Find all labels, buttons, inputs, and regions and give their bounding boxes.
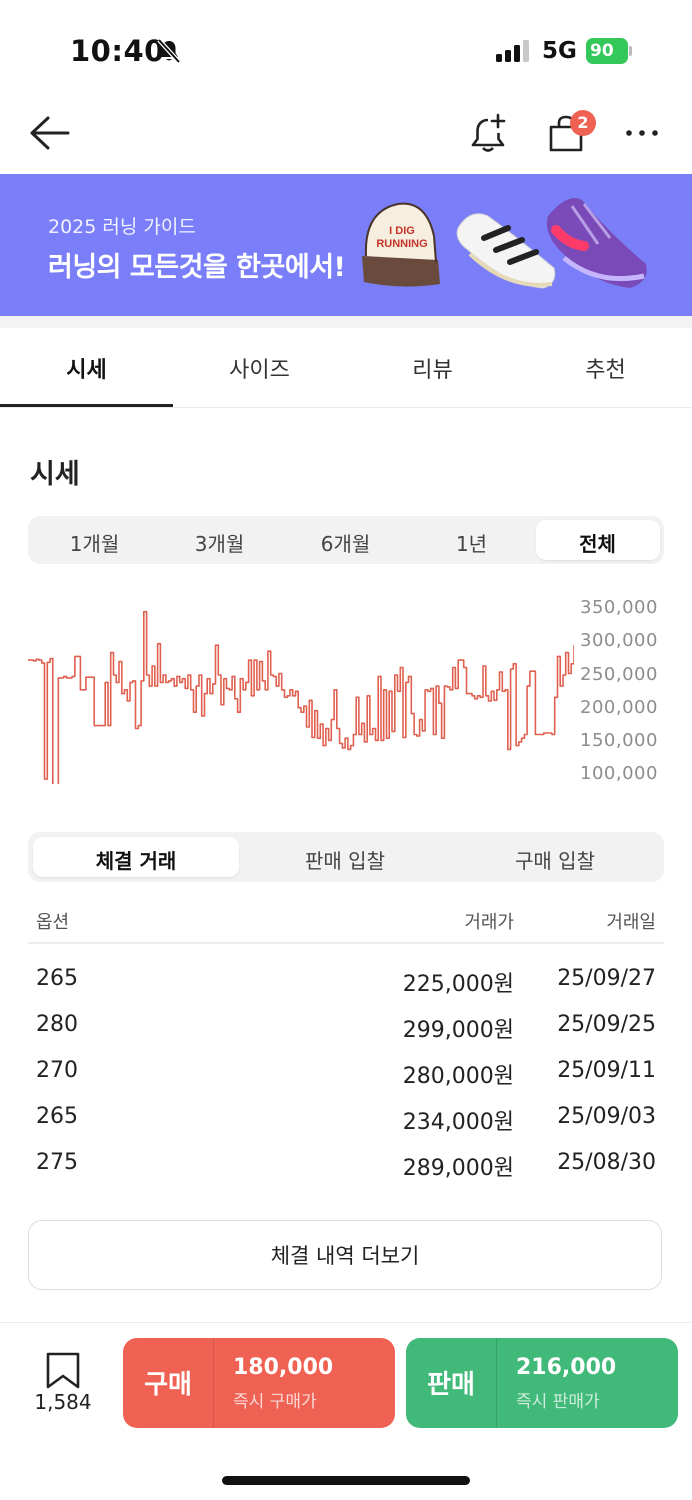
buy-button[interactable]: 구매 180,000 즉시 구매가	[123, 1338, 395, 1428]
buy-price: 180,000	[233, 1355, 334, 1380]
battery-icon: 90	[586, 38, 632, 64]
battery-level: 90	[586, 38, 628, 64]
table-row: 275 289,000원 25/08/30	[0, 1150, 692, 1196]
row-option: 265	[36, 1104, 78, 1129]
price-series-line	[28, 610, 574, 784]
table-row: 280 299,000원 25/09/25	[0, 1012, 692, 1058]
table-row: 265 234,000원 25/09/03	[0, 1104, 692, 1150]
buy-subtext: 즉시 구매가	[233, 1392, 317, 1412]
section-title: 시세	[30, 459, 80, 490]
column-header-option: 옵션	[36, 912, 70, 933]
sell-label: 판매	[427, 1370, 475, 1400]
row-price: 225,000원	[402, 972, 514, 997]
row-date: 25/09/25	[557, 1012, 656, 1037]
cap-text-2: RUNNING	[376, 238, 427, 250]
bell-slash-icon	[157, 38, 181, 64]
row-date: 25/09/11	[557, 1058, 656, 1083]
period-6m[interactable]: 6개월	[283, 528, 408, 557]
table-row: 265 225,000원 25/09/27	[0, 966, 692, 1012]
network-type: 5G	[542, 38, 577, 64]
sell-price: 216,000	[516, 1355, 617, 1380]
row-price: 299,000원	[402, 1018, 514, 1043]
table-row: 270 280,000원 25/09/11	[0, 1058, 692, 1104]
row-price: 280,000원	[402, 1064, 514, 1089]
row-price: 289,000원	[402, 1156, 514, 1181]
column-header-date: 거래일	[606, 912, 656, 933]
row-option: 280	[36, 1012, 78, 1037]
row-option: 275	[36, 1150, 78, 1175]
y-tick-label: 350,000	[580, 597, 658, 618]
tab-price[interactable]: 시세	[0, 352, 173, 384]
row-option: 265	[36, 966, 78, 991]
period-1m[interactable]: 1개월	[32, 528, 157, 557]
home-indicator	[222, 1476, 470, 1485]
row-date: 25/09/27	[557, 966, 656, 991]
status-time: 10:40	[70, 34, 165, 68]
trade-tab-completed[interactable]: 체결 거래	[31, 845, 241, 874]
bookmark-count: 1,584	[34, 1390, 92, 1414]
trade-tab-buy-bids[interactable]: 구매 입찰	[450, 845, 660, 874]
alarm-add-icon[interactable]	[468, 112, 508, 154]
buy-label: 구매	[144, 1370, 192, 1400]
bookmark-icon[interactable]	[44, 1352, 82, 1390]
bottom-bar-divider	[0, 1322, 692, 1323]
price-chart[interactable]	[28, 598, 574, 784]
tab-recommend[interactable]: 추천	[519, 352, 692, 384]
tab-size[interactable]: 사이즈	[173, 352, 346, 384]
row-date: 25/08/30	[557, 1150, 656, 1175]
more-options-icon[interactable]	[624, 128, 660, 138]
row-option: 270	[36, 1058, 78, 1083]
y-tick-label: 100,000	[580, 763, 658, 784]
cart-count-badge: 2	[570, 110, 596, 136]
trade-tab-sell-bids[interactable]: 판매 입찰	[240, 845, 450, 874]
table-header-divider	[28, 942, 664, 944]
banner-subtitle: 2025 러닝 가이드	[48, 216, 196, 238]
y-tick-label: 300,000	[580, 630, 658, 651]
row-date: 25/09/03	[557, 1104, 656, 1129]
period-1y[interactable]: 1년	[409, 528, 534, 557]
column-header-price: 거래가	[464, 912, 514, 933]
period-all[interactable]: 전체	[535, 528, 660, 557]
tab-divider	[0, 407, 692, 408]
cap-text-1: I DIG	[389, 225, 415, 237]
row-price: 234,000원	[402, 1110, 514, 1135]
sell-subtext: 즉시 판매가	[516, 1392, 600, 1412]
period-3m[interactable]: 3개월	[157, 528, 282, 557]
sell-button[interactable]: 판매 216,000 즉시 판매가	[406, 1338, 678, 1428]
signal-icon	[496, 40, 529, 62]
banner-products-image: I DIG RUNNING	[362, 198, 647, 289]
view-more-trades-button[interactable]: 체결 내역 더보기	[28, 1220, 662, 1290]
y-tick-label: 200,000	[580, 697, 658, 718]
banner-title: 러닝의 모든것을 한곳에서!	[48, 252, 346, 283]
section-gap	[0, 316, 692, 328]
tab-review[interactable]: 리뷰	[346, 352, 519, 384]
back-arrow-icon[interactable]	[28, 114, 70, 152]
y-tick-label: 250,000	[580, 664, 658, 685]
y-tick-label: 150,000	[580, 730, 658, 751]
